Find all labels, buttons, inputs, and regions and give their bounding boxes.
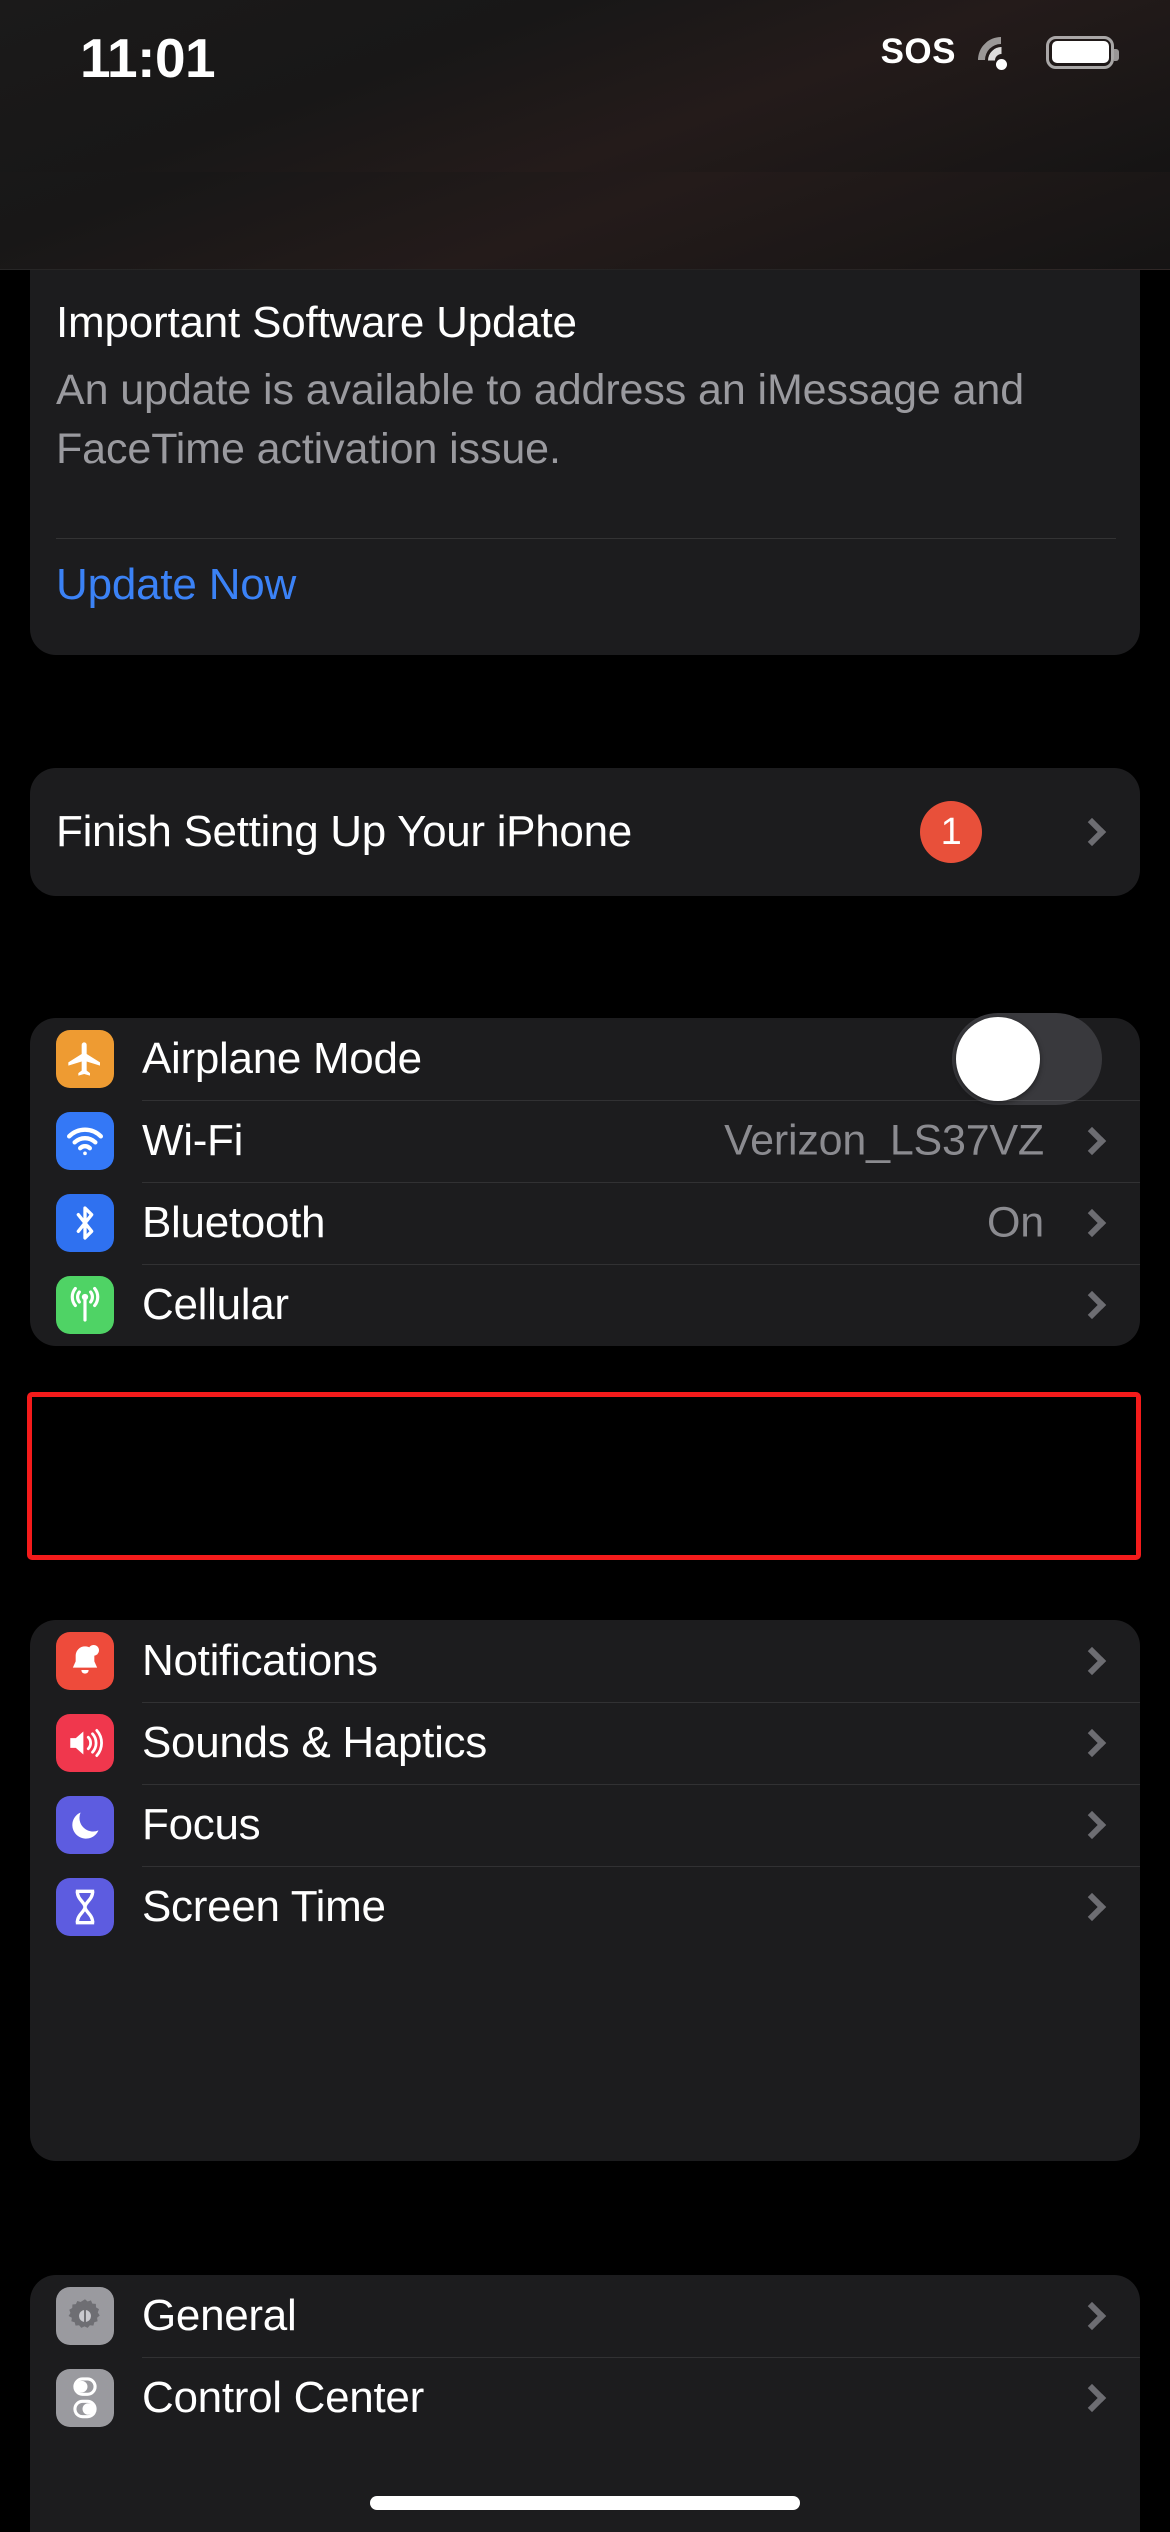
home-indicator (370, 2496, 800, 2510)
divider (56, 538, 1116, 539)
settings-row-airplane-mode[interactable]: Airplane Mode (30, 1013, 1140, 1105)
settings-row-cellular[interactable]: Cellular (30, 1264, 1140, 1346)
chevron-right-icon (1077, 2383, 1107, 2413)
chevron-right-icon (1077, 1810, 1107, 1840)
settings-row-label: Control Center (142, 2373, 424, 2422)
toggles-icon (56, 2369, 114, 2427)
airplane-mode-toggle[interactable] (952, 1013, 1102, 1105)
settings-row-focus[interactable]: Focus (30, 1784, 1140, 1866)
bluetooth-icon (56, 1194, 114, 1252)
chevron-right-icon (1077, 1646, 1107, 1676)
software-update-title: Important Software Update (56, 298, 577, 347)
chevron-right-icon (1077, 1290, 1107, 1320)
finish-setting-up-row[interactable]: Finish Setting Up Your iPhone 1 (30, 768, 1140, 896)
settings-row-label: Cellular (142, 1280, 289, 1329)
settings-row-label: Sounds & Haptics (142, 1718, 487, 1767)
chevron-right-icon (1077, 1126, 1107, 1156)
settings-scroll-view[interactable]: Important Software Update An update is a… (0, 0, 1170, 2532)
update-now-button[interactable]: Update Now (56, 560, 296, 610)
settings-row-label: Focus (142, 1800, 261, 1849)
bluetooth-state-value: On (987, 1198, 1044, 1247)
settings-row-general[interactable]: General (30, 2275, 1140, 2357)
settings-row-label: Wi-Fi (142, 1116, 244, 1165)
settings-row-label: Notifications (142, 1636, 378, 1685)
settings-row-label: Screen Time (142, 1882, 386, 1931)
iphone-settings-screen: Important Software Update An update is a… (0, 0, 1170, 2532)
settings-row-label: Airplane Mode (142, 1034, 422, 1083)
chevron-right-icon (1077, 817, 1107, 847)
wifi-network-value: Verizon_LS37VZ (724, 1116, 1044, 1165)
chevron-right-icon (1077, 1892, 1107, 1922)
status-bar-indicators: SOS (880, 27, 1119, 93)
speaker-waves-icon (56, 1714, 114, 1772)
status-badge: 1 (920, 801, 982, 863)
status-bar-time: 11:01 (80, 27, 216, 89)
settings-row-screen-time[interactable]: Screen Time (30, 1866, 1140, 1948)
gear-icon (56, 2287, 114, 2345)
moon-icon (56, 1796, 114, 1854)
cellular-antenna-icon (56, 1276, 114, 1334)
settings-row-control-center[interactable]: Control Center (30, 2357, 1140, 2439)
hourglass-icon (56, 1878, 114, 1936)
settings-row-sounds-haptics[interactable]: Sounds & Haptics (30, 1702, 1140, 1784)
general-group: General Control Center (30, 2275, 1140, 2532)
settings-row-label: Bluetooth (142, 1198, 326, 1247)
settings-row-wifi[interactable]: Wi-Fi Verizon_LS37VZ (30, 1100, 1140, 1182)
finish-setting-up-label: Finish Setting Up Your iPhone (56, 807, 632, 856)
sos-label: SOS (880, 32, 956, 71)
chevron-right-icon (1077, 2301, 1107, 2331)
wifi-icon (968, 27, 1034, 93)
battery-full-icon (1046, 35, 1119, 69)
airplane-icon (56, 1030, 114, 1088)
connectivity-group: Airplane Mode Wi-Fi Verizon_LS37VZ Bluet… (30, 1013, 1140, 1346)
software-update-description: An update is available to address an iMe… (56, 366, 1025, 473)
settings-row-label: General (142, 2291, 297, 2340)
wifi-icon (56, 1112, 114, 1170)
settings-row-bluetooth[interactable]: Bluetooth On (30, 1182, 1140, 1264)
settings-row-notifications[interactable]: Notifications (30, 1620, 1140, 1702)
toggle-knob (956, 1017, 1040, 1101)
bell-icon (56, 1632, 114, 1690)
notifications-group: Notifications Sounds & Haptics Focus Scr… (30, 1620, 1140, 2161)
status-bar: 11:01 SOS (0, 0, 1170, 172)
chevron-right-icon (1077, 1728, 1107, 1758)
chevron-right-icon (1077, 1208, 1107, 1238)
